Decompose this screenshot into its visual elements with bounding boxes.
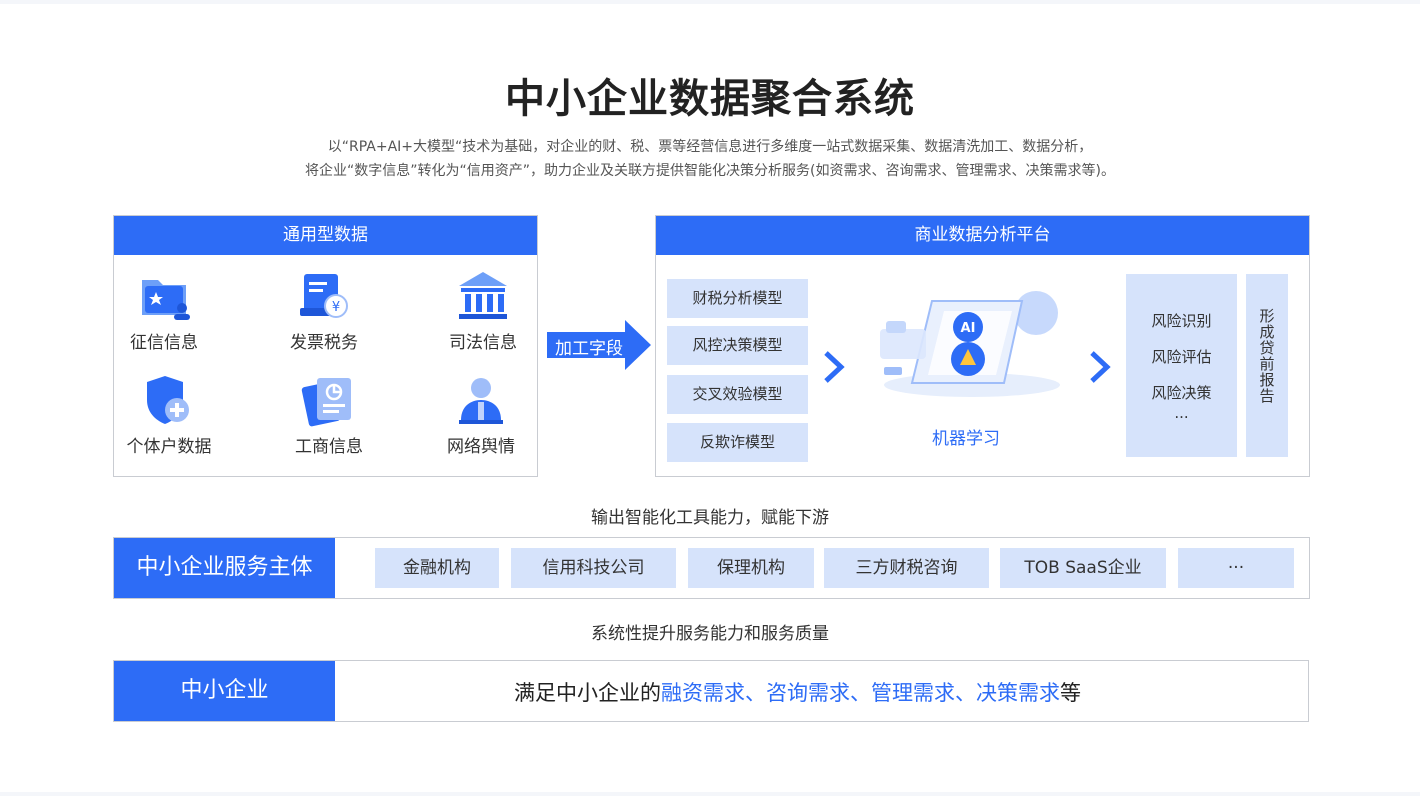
shield-plus-icon [139, 372, 199, 432]
service-chip: 保理机构 [688, 548, 814, 588]
service-chip: TOB SaaS企业 [1000, 548, 1166, 588]
report-char: 成 [1259, 323, 1275, 341]
risk-item: 风险识别 [1151, 312, 1212, 330]
model-chip: 财税分析模型 [667, 279, 808, 318]
needs-separator: 、 [850, 681, 871, 705]
top-divider [0, 0, 1420, 4]
bottom-divider [0, 792, 1420, 796]
report-char: 贷 [1259, 339, 1275, 357]
general-data-panel: 通用型数据 征信信息 ¥ 发票税务 司法信息 个体户数据 工商信息 网络舆情 [113, 215, 538, 477]
service-entities-header: 中小企业服务主体 [114, 538, 335, 598]
source-label: 工商信息 [295, 437, 363, 457]
need-consulting: 咨询需求 [766, 681, 850, 705]
source-label: 发票税务 [290, 333, 358, 353]
source-item-invoice: ¥ 发票税务 [264, 268, 384, 353]
source-label: 征信信息 [130, 333, 198, 353]
needs-prefix: 满足中小企业的 [514, 681, 661, 705]
service-entities-row: 中小企业服务主体 金融机构 信用科技公司 保理机构 三方财税咨询 TOB Saa… [113, 537, 1310, 599]
source-item-judicial: 司法信息 [423, 268, 543, 353]
model-chip: 风控决策模型 [667, 326, 808, 365]
business-document-icon [299, 372, 359, 432]
page-title: 中小企业数据聚合系统 [505, 76, 915, 122]
caption-quality: 系统性提升服务能力和服务质量 [591, 624, 829, 644]
source-item-credit: 征信信息 [104, 268, 224, 353]
person-opinion-icon [451, 372, 511, 432]
report-char: 前 [1259, 355, 1275, 373]
needs-separator: 、 [955, 681, 976, 705]
svg-text:¥: ¥ [332, 300, 340, 315]
service-chip: 信用科技公司 [511, 548, 676, 588]
credit-folder-icon [134, 268, 194, 328]
sme-needs-text: 满足中小企业的融资需求、咨询需求、管理需求、决策需求等 [514, 677, 1081, 707]
needs-suffix: 等 [1060, 681, 1081, 705]
general-data-header: 通用型数据 [114, 216, 537, 255]
caption-output: 输出智能化工具能力，赋能下游 [591, 508, 829, 528]
source-label: 司法信息 [449, 333, 517, 353]
need-management: 管理需求 [871, 681, 955, 705]
risk-item: ... [1174, 404, 1189, 422]
machine-learning-illustration: AI [872, 283, 1062, 403]
need-financing: 融资需求 [661, 681, 745, 705]
source-item-opinion: 网络舆情 [421, 372, 541, 457]
report-label: 形 成 贷 前 报 告 [1246, 308, 1288, 404]
sme-header: 中小企业 [114, 661, 335, 721]
risk-item: 风险决策 [1151, 384, 1212, 402]
needs-separator: 、 [745, 681, 766, 705]
service-chip: 三方财税咨询 [824, 548, 989, 588]
model-chip: 交叉效验模型 [667, 375, 808, 414]
courthouse-icon [453, 268, 513, 328]
risk-item: 风险评估 [1151, 348, 1212, 366]
source-label: 个体户数据 [126, 437, 212, 457]
service-chip: 金融机构 [375, 548, 499, 588]
need-decision: 决策需求 [976, 681, 1060, 705]
invoice-tax-icon: ¥ [294, 268, 354, 328]
source-label: 网络舆情 [447, 437, 515, 457]
description-line-2: 将企业“数字信息”转化为“信用资产”，助力企业及关联方提供智能化决策分析服务(如… [305, 163, 1115, 179]
source-item-business: 工商信息 [269, 372, 389, 457]
sme-row: 中小企业 满足中小企业的融资需求、咨询需求、管理需求、决策需求等 [113, 660, 1309, 722]
risk-list: 风险识别 风险评估 风险决策 ... [1126, 274, 1237, 457]
report-char: 形 [1259, 307, 1275, 325]
source-item-individual: 个体户数据 [109, 372, 229, 457]
report-char: 报 [1259, 371, 1275, 389]
process-arrow: 加工字段 [547, 320, 652, 370]
analysis-platform-header: 商业数据分析平台 [656, 216, 1309, 255]
chevron-right-icon [1088, 350, 1112, 384]
description-line-1: 以“RPA+AI+大模型“技术为基础，对企业的财、税、票等经营信息进行多维度一站… [327, 139, 1093, 155]
process-arrow-label: 加工字段 [555, 339, 623, 359]
report-char: 告 [1259, 387, 1275, 405]
machine-learning-label: 机器学习 [932, 429, 1000, 449]
chevron-right-icon [822, 350, 846, 384]
pre-loan-report: 形 成 贷 前 报 告 [1246, 274, 1288, 457]
service-chip-more: ··· [1178, 548, 1294, 588]
svg-text:AI: AI [961, 321, 976, 336]
model-chip: 反欺诈模型 [667, 423, 808, 462]
